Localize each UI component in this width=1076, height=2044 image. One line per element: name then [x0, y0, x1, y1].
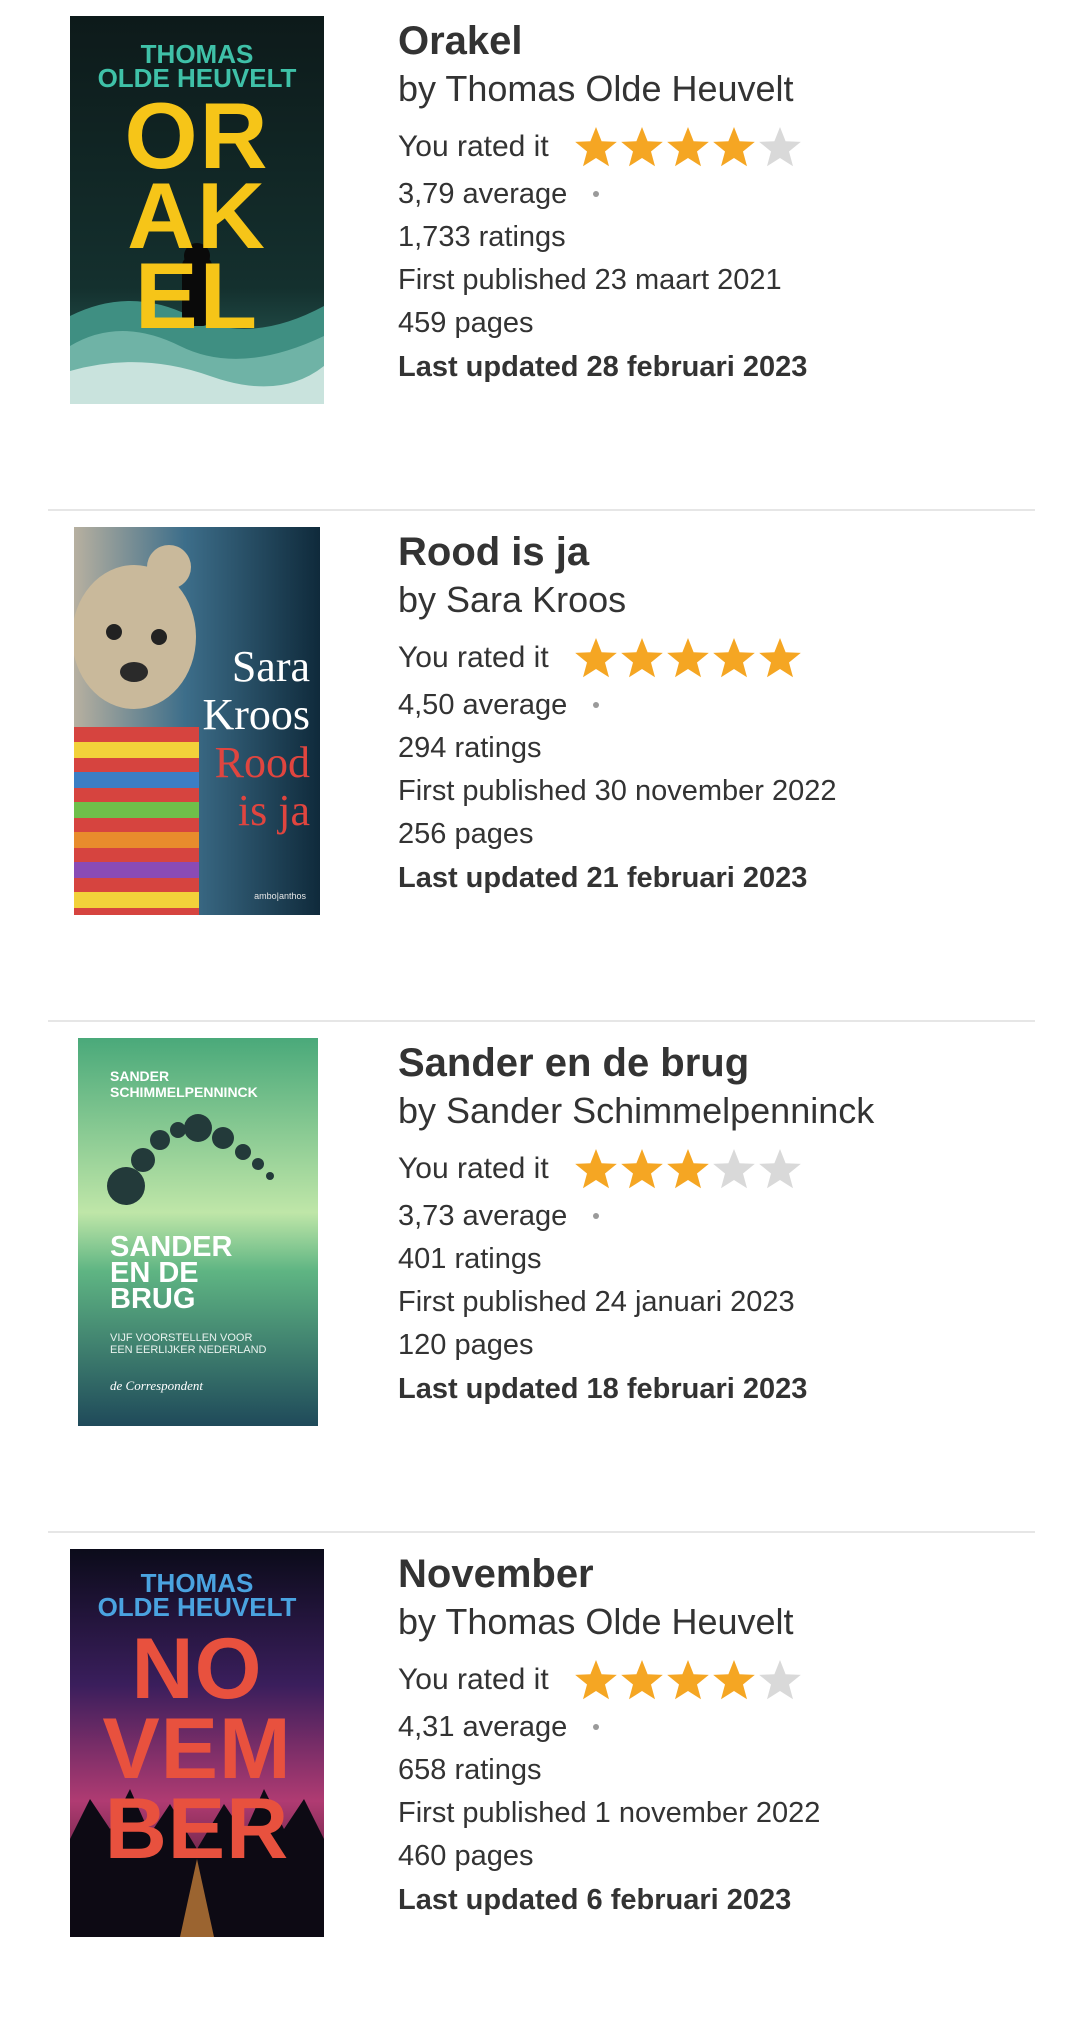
rated-label: You rated it [398, 640, 549, 674]
average-rating: 3,73 average [398, 1199, 568, 1232]
star-empty-icon[interactable] [757, 124, 803, 170]
cover-publisher: ambo|anthos [254, 891, 306, 901]
cover-author-line: SCHIMMELPENNINCK [110, 1084, 258, 1100]
first-published: First published 23 maart 2021 [398, 263, 782, 296]
book-author[interactable]: by Thomas Olde Heuvelt [398, 1599, 820, 1646]
last-updated: Last updated 18 februari 2023 [398, 1372, 808, 1405]
book-cover[interactable]: SANDER SCHIMMELPENNINCK SANDER EN DE BRU… [78, 1038, 318, 1426]
cover-title-line: Rood [214, 738, 310, 787]
cover-subtitle: VIJF VOORSTELLEN VOOR [110, 1332, 253, 1344]
star-filled-icon[interactable] [573, 124, 619, 170]
star-filled-icon[interactable] [619, 1146, 665, 1192]
page-count: 460 pages [398, 1839, 534, 1872]
ratings-count: 658 ratings [398, 1753, 542, 1786]
cover-title-line: BER [104, 1781, 290, 1877]
cover-title-line: is ja [237, 786, 310, 835]
star-filled-icon[interactable] [665, 124, 711, 170]
book-info: Rood is ja by Sara Kroos You rated it 4,… [398, 529, 836, 895]
cover-title-line: VEM [102, 1701, 292, 1797]
star-filled-icon[interactable] [665, 1146, 711, 1192]
book-title[interactable]: Rood is ja [398, 529, 836, 575]
star-filled-icon[interactable] [573, 1657, 619, 1703]
star-empty-icon[interactable] [757, 1657, 803, 1703]
book-author[interactable]: by Sander Schimmelpenninck [398, 1088, 874, 1135]
star-rating[interactable] [573, 635, 803, 681]
book-item: SANDER SCHIMMELPENNINCK SANDER EN DE BRU… [48, 1022, 1035, 1533]
star-empty-icon[interactable] [711, 1146, 757, 1192]
cover-author-line: OLDE HEUVELT [97, 1592, 297, 1622]
book-cover[interactable]: THOMAS OLDE HEUVELT OR AK EL [70, 16, 324, 404]
book-author[interactable]: by Thomas Olde Heuvelt [398, 66, 807, 113]
rated-label: You rated it [398, 1662, 549, 1696]
first-published: First published 30 november 2022 [398, 774, 837, 807]
book-title[interactable]: Orakel [398, 18, 807, 64]
user-rating: You rated it [398, 634, 836, 682]
book-title[interactable]: November [398, 1551, 820, 1597]
book-list: THOMAS OLDE HEUVELT OR AK EL Orakel by T… [0, 0, 1076, 2044]
last-updated: Last updated 21 februari 2023 [398, 861, 808, 894]
cover-author-line: Sara [231, 642, 310, 691]
cover-subtitle: EEN EERLIJKER NEDERLAND [110, 1344, 267, 1356]
star-filled-icon[interactable] [619, 124, 665, 170]
star-filled-icon[interactable] [757, 635, 803, 681]
average-rating: 4,31 average [398, 1710, 568, 1743]
page-count: 459 pages [398, 306, 534, 339]
separator-dot [593, 191, 600, 198]
star-filled-icon[interactable] [573, 635, 619, 681]
star-filled-icon[interactable] [665, 1657, 711, 1703]
user-rating: You rated it [398, 123, 807, 171]
star-rating[interactable] [573, 124, 803, 170]
page-count: 120 pages [398, 1328, 534, 1361]
cover-author-line: Kroos [202, 690, 310, 739]
book-info: Sander en de brug by Sander Schimmelpenn… [398, 1040, 874, 1406]
book-info: Orakel by Thomas Olde Heuvelt You rated … [398, 18, 807, 384]
star-filled-icon[interactable] [665, 635, 711, 681]
book-cover[interactable]: Sara Kroos Rood is ja ambo|anthos [74, 527, 320, 915]
star-filled-icon[interactable] [711, 1657, 757, 1703]
page-count: 256 pages [398, 817, 534, 850]
rated-label: You rated it [398, 1151, 549, 1185]
first-published: First published 1 november 2022 [398, 1796, 821, 1829]
average-rating: 3,79 average [398, 177, 568, 210]
cover-title-line: NO [131, 1621, 263, 1717]
user-rating: You rated it [398, 1656, 820, 1704]
user-rating: You rated it [398, 1145, 874, 1193]
ratings-count: 401 ratings [398, 1242, 542, 1275]
book-item: Sara Kroos Rood is ja ambo|anthos Rood i… [48, 511, 1035, 1022]
ratings-count: 1,733 ratings [398, 220, 566, 253]
book-item: THOMAS OLDE HEUVELT OR AK EL Orakel by T… [48, 0, 1035, 511]
star-rating[interactable] [573, 1146, 803, 1192]
star-filled-icon[interactable] [711, 124, 757, 170]
book-author[interactable]: by Sara Kroos [398, 577, 836, 624]
cover-author-line: SANDER [110, 1068, 170, 1084]
star-filled-icon[interactable] [711, 635, 757, 681]
separator-dot [593, 1724, 600, 1731]
book-info: November by Thomas Olde Heuvelt You rate… [398, 1551, 820, 1917]
cover-publisher: de Correspondent [110, 1378, 204, 1393]
star-empty-icon[interactable] [757, 1146, 803, 1192]
star-filled-icon[interactable] [619, 635, 665, 681]
book-title[interactable]: Sander en de brug [398, 1040, 874, 1086]
last-updated: Last updated 28 februari 2023 [398, 350, 808, 383]
separator-dot [593, 702, 600, 709]
star-rating[interactable] [573, 1657, 803, 1703]
rated-label: You rated it [398, 129, 549, 163]
ratings-count: 294 ratings [398, 731, 542, 764]
book-item: THOMAS OLDE HEUVELT NO VEM BER November … [48, 1533, 1035, 2044]
book-cover[interactable]: THOMAS OLDE HEUVELT NO VEM BER [70, 1549, 324, 1937]
last-updated: Last updated 6 februari 2023 [398, 1883, 792, 1916]
cover-title-line: EL [134, 243, 260, 348]
first-published: First published 24 januari 2023 [398, 1285, 795, 1318]
separator-dot [593, 1213, 600, 1220]
star-filled-icon[interactable] [573, 1146, 619, 1192]
star-filled-icon[interactable] [619, 1657, 665, 1703]
average-rating: 4,50 average [398, 688, 568, 721]
cover-title-line: BRUG [110, 1283, 196, 1315]
